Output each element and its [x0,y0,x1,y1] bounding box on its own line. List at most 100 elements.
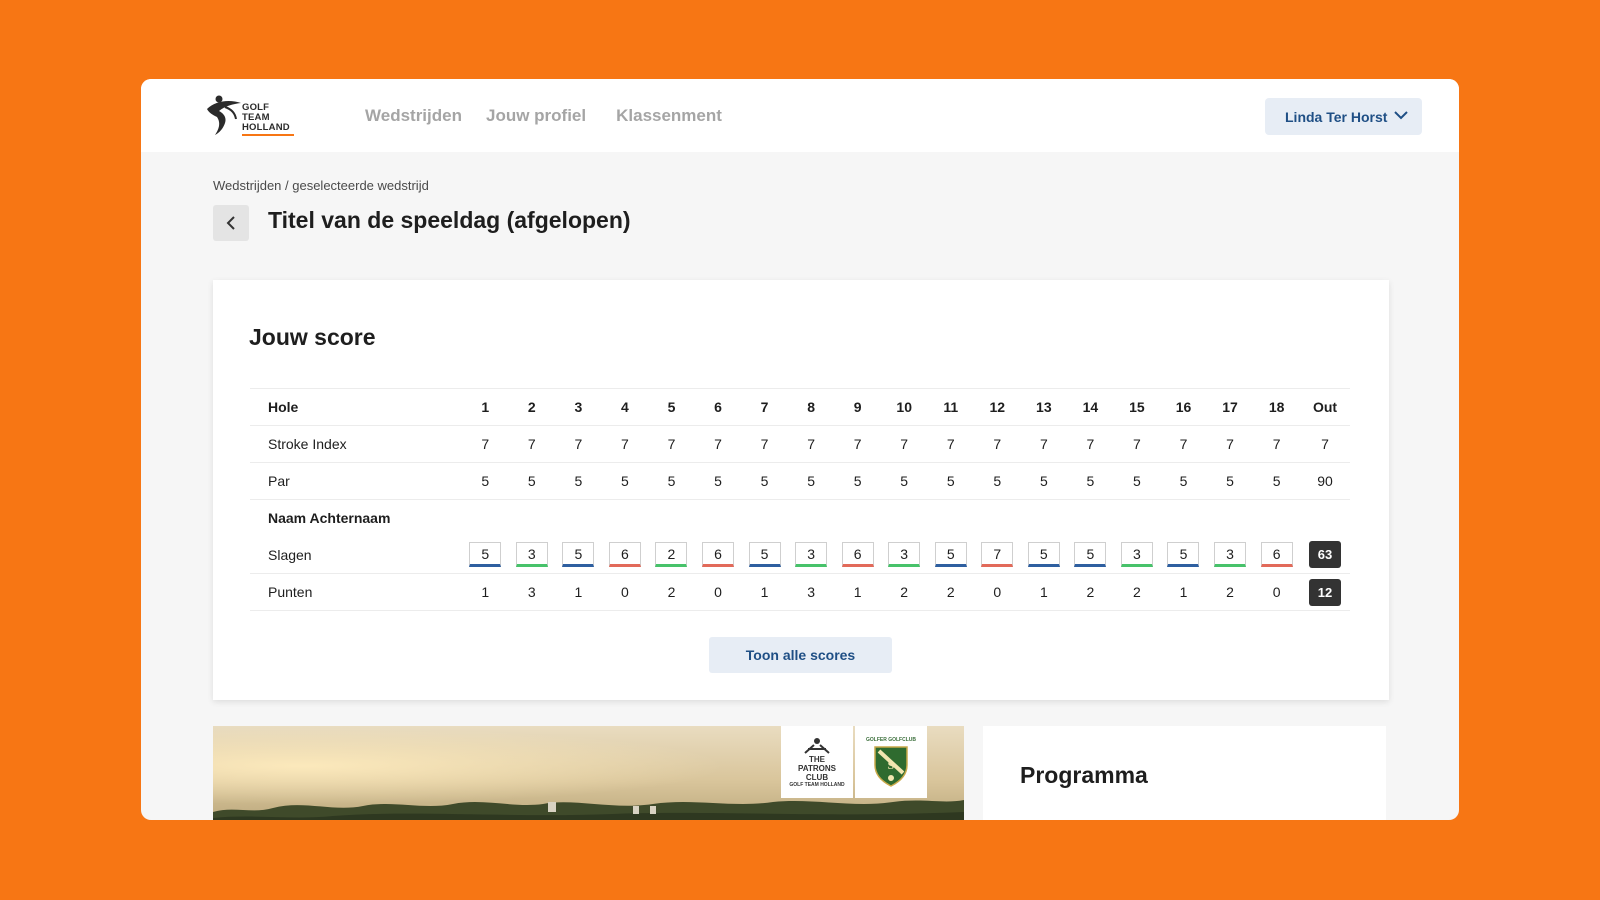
slagen-cell: 5 [462,537,509,574]
nav-item-jouw-profiel[interactable]: Jouw profiel [486,106,586,126]
par-cell: 5 [927,462,975,500]
punten-cell: 2 [648,573,695,611]
hole-number: 5 [648,388,695,426]
par-row: Par 5 5 5 5 5 5 5 5 5 5 5 5 5 5 5 5 5 5 … [250,462,1350,500]
punten-cell: 3 [787,573,835,611]
user-menu-button[interactable]: Linda Ter Horst [1265,98,1422,135]
sponsor-subtext: GOLF TEAM HOLLAND [789,781,845,788]
stroke-index-cell: 7 [1067,425,1114,463]
slagen-cell: 3 [1207,537,1254,574]
slagen-cell: 2 [648,537,695,574]
punten-cell: 2 [880,573,928,611]
slagen-box[interactable]: 3 [795,542,828,568]
stroke-index-cell: 7 [927,425,975,463]
hole-number: 15 [1113,388,1161,426]
stroke-index-row: Stroke Index 7 7 7 7 7 7 7 7 7 7 7 7 7 7… [250,425,1350,463]
stroke-index-cell: 7 [1020,425,1068,463]
hole-number: 12 [974,388,1021,426]
sponsor-logo-patrons-club[interactable]: THE PATRONS CLUB GOLF TEAM HOLLAND [781,726,853,798]
punten-cell: 1 [1160,573,1207,611]
slagen-cell: 3 [1114,537,1161,574]
slagen-total-cell: 63 [1300,537,1350,574]
golf-team-holland-logo[interactable]: GOLF TEAM HOLLAND [205,93,301,139]
user-name: Linda Ter Horst [1285,108,1388,125]
sponsor-logo-golfclub[interactable]: GOLFER GOLFCLUB S [855,726,927,798]
par-cell: 5 [508,462,556,500]
nav-item-klassenment[interactable]: Klassenment [616,106,722,126]
stroke-index-cell: 7 [974,425,1021,463]
event-photo-card[interactable]: THE PATRONS CLUB GOLF TEAM HOLLAND GOLFE… [213,726,964,820]
slagen-box[interactable]: 2 [655,542,688,568]
stroke-index-cell: 7 [694,425,742,463]
par-cell: 5 [555,462,602,500]
show-all-scores-button[interactable]: Toon alle scores [709,637,892,673]
hole-number: 16 [1160,388,1207,426]
slagen-box[interactable]: 3 [515,542,548,568]
stroke-index-cell: 7 [508,425,556,463]
punten-cell: 2 [1067,573,1114,611]
par-out: 90 [1300,462,1350,500]
slagen-box[interactable]: 3 [888,542,921,568]
punten-cell: 0 [1253,573,1300,611]
hole-label: Hole [250,388,462,426]
back-button[interactable] [213,205,249,241]
slagen-box[interactable]: 6 [702,542,734,568]
par-cell: 5 [648,462,695,500]
slagen-box[interactable]: 5 [1167,542,1200,568]
breadcrumb[interactable]: Wedstrijden / geselecteerde wedstrijd [213,178,429,193]
crest-shield-icon: S [874,746,908,787]
logo-text: GOLF TEAM HOLLAND [242,102,290,133]
chevron-down-icon [1394,111,1408,120]
par-cell: 5 [741,462,788,500]
player-name-row: Naam Achternaam [250,499,1350,537]
nav-item-wedstrijden[interactable]: Wedstrijden [365,106,462,126]
par-cell: 5 [1113,462,1161,500]
stroke-index-cell: 7 [1253,425,1300,463]
crossed-clubs-icon [804,737,830,754]
punten-cell: 1 [834,573,881,611]
slagen-box[interactable]: 5 [748,542,781,568]
stroke-index-cell: 7 [555,425,602,463]
punten-cell: 1 [741,573,788,611]
page-title: Titel van de speeldag (afgelopen) [268,207,631,233]
svg-text:S: S [888,758,895,772]
par-cell: 5 [1020,462,1068,500]
punten-cell: 0 [974,573,1021,611]
stroke-index-cell: 7 [741,425,788,463]
stroke-index-cell: 7 [601,425,649,463]
slagen-label: Slagen [268,546,312,563]
programma-title: Programma [1020,762,1148,788]
slagen-box[interactable]: 5 [934,542,967,568]
slagen-box[interactable]: 6 [841,542,874,568]
slagen-box[interactable]: 3 [1120,542,1153,568]
punten-cell: 2 [1113,573,1161,611]
slagen-cell: 6 [602,537,649,574]
slagen-cell: 3 [788,537,835,574]
out-header: Out [1300,388,1350,426]
slagen-box[interactable]: 6 [608,542,641,568]
par-cell: 5 [834,462,881,500]
slagen-box[interactable]: 5 [469,542,502,568]
slagen-cell: 5 [1160,537,1207,574]
stroke-index-cell: 7 [648,425,695,463]
slagen-cell: 7 [974,537,1021,574]
slagen-cell: 6 [834,537,881,574]
slagen-cell: 5 [741,537,788,574]
slagen-box[interactable]: 5 [562,542,595,568]
slagen-box[interactable]: 3 [1214,542,1247,568]
slagen-box[interactable]: 5 [1027,542,1060,568]
slagen-box[interactable]: 5 [1074,542,1107,568]
par-cell: 5 [462,462,509,500]
slagen-cell: 5 [927,537,974,574]
punten-cell: 2 [1206,573,1254,611]
stroke-index-cell: 7 [787,425,835,463]
slagen-box[interactable]: 6 [1260,542,1293,568]
score-title: Jouw score [249,324,376,350]
app-window: GOLF TEAM HOLLAND Wedstrijden Jouw profi… [141,79,1459,820]
par-cell: 5 [694,462,742,500]
slagen-cell: 3 [881,537,928,574]
punten-cell: 0 [601,573,649,611]
stroke-index-cell: 7 [880,425,928,463]
par-cell: 5 [880,462,928,500]
slagen-box[interactable]: 7 [981,542,1014,568]
